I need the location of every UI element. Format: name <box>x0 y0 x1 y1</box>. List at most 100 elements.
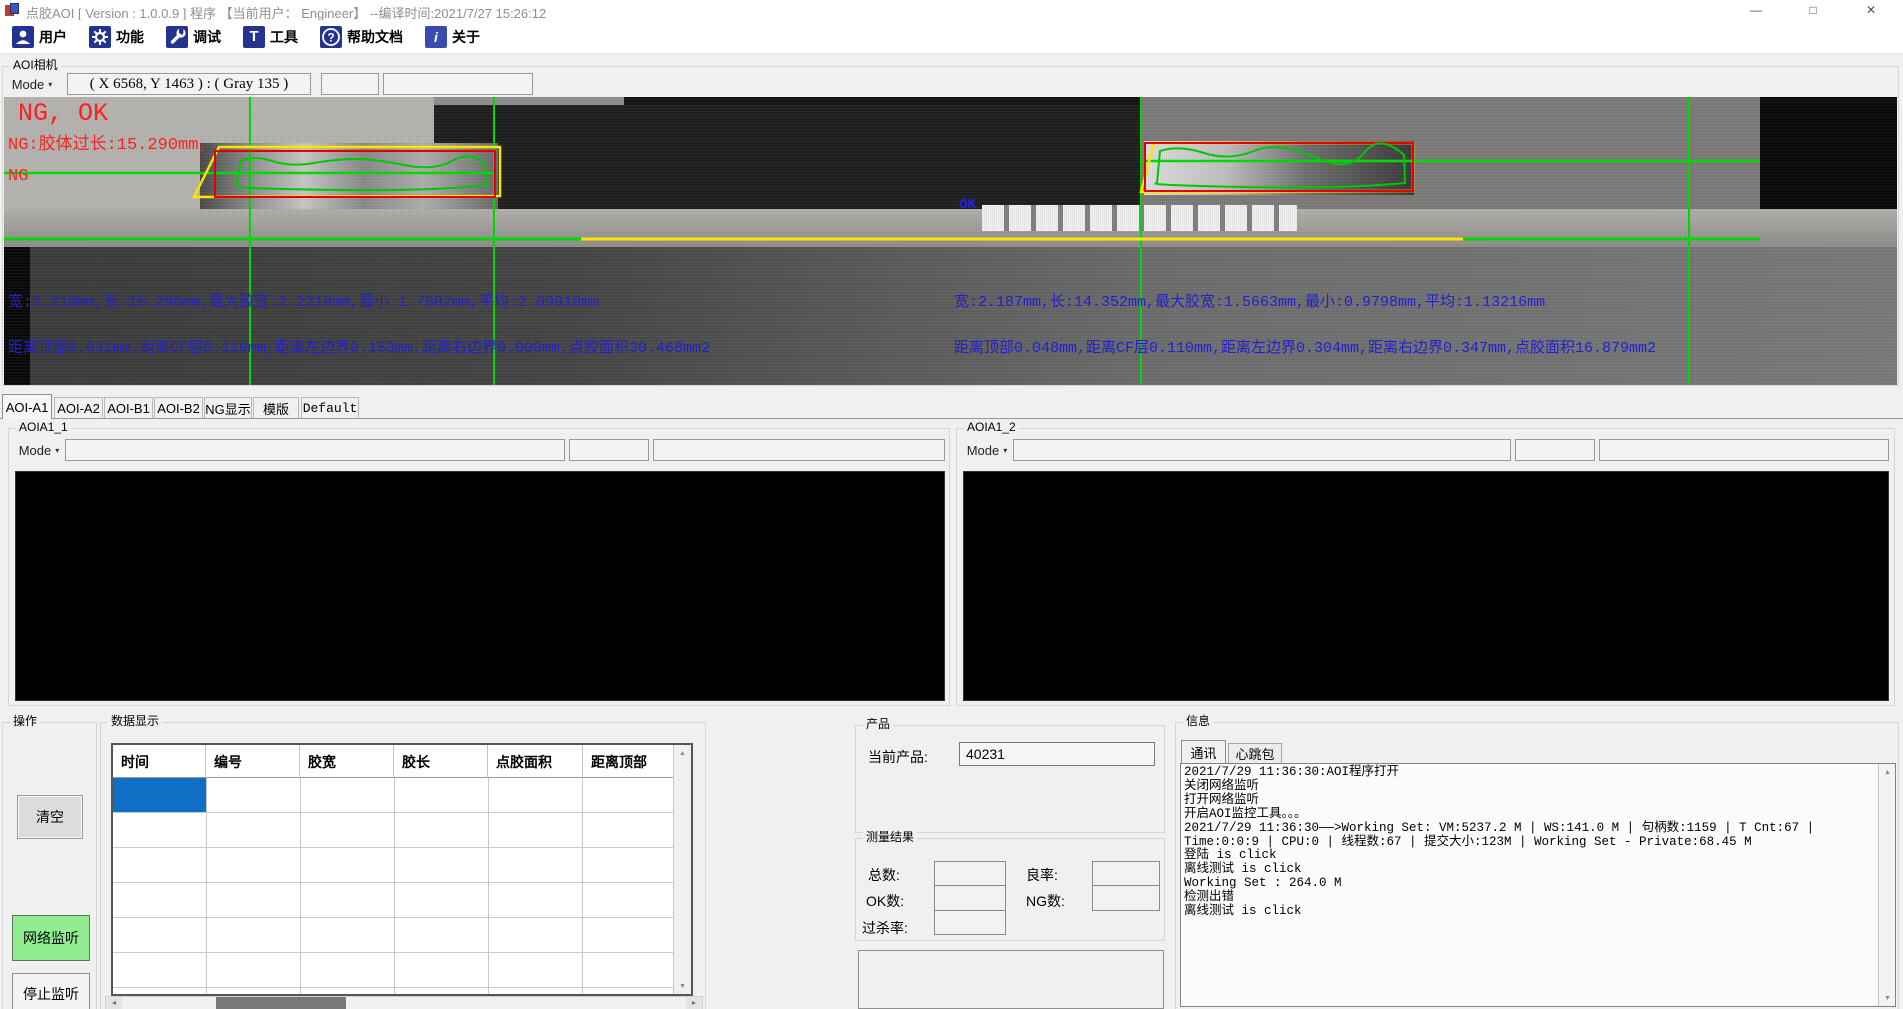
table-horizontal-scrollbar[interactable]: ◄ ► <box>105 996 703 1009</box>
data-table[interactable]: 时间 编号 胶宽 胶长 点胶面积 距离顶部 ▲ ▼ <box>111 743 693 996</box>
comms-log[interactable]: 2021/7/29 11:36:30:AOI程序打开 关闭网络监听 打开网络监听… <box>1180 763 1896 1007</box>
ng-count-value <box>1092 885 1160 911</box>
log-line: 2021/7/29 11:36:30——>Working Set: VM:523… <box>1184 822 1874 836</box>
user-icon <box>12 26 34 48</box>
log-line: 2021/7/29 11:36:30:AOI程序打开 <box>1184 766 1874 780</box>
product-group: 产品 当前产品: 40231 <box>855 725 1165 833</box>
yield-rate-label: 良率: <box>1026 865 1058 885</box>
help-icon: ? <box>320 26 342 48</box>
aoi-camera-group: AOI相机 Mode▾ ( X 6568, Y 1463 ) : ( Gray … <box>2 66 1899 386</box>
column-header-glue-length[interactable]: 胶长 <box>394 745 488 778</box>
tab-ng-display[interactable]: NG显示 <box>204 397 252 418</box>
results-group-label: 测量结果 <box>863 830 917 845</box>
scroll-up-icon[interactable]: ▲ <box>674 745 691 761</box>
aoia1-1-mode-dropdown[interactable]: Mode▾ <box>17 439 61 461</box>
toolbar-item-about[interactable]: i关于 <box>415 23 490 51</box>
yield-rate-value <box>1092 861 1160 886</box>
operate-group-label: 操作 <box>10 714 40 729</box>
app-window: 点胶AOI [ Version : 1.0.0.9 ] 程序 【当前用户： En… <box>0 0 1903 1009</box>
log-lines: 2021/7/29 11:36:30:AOI程序打开 关闭网络监听 打开网络监听… <box>1184 766 1874 919</box>
camera-info-box-2 <box>383 73 533 95</box>
horizontal-scroll-thumb[interactable] <box>216 997 346 1009</box>
close-button[interactable]: ✕ <box>1848 0 1894 20</box>
log-line: 离线测试 is click <box>1184 905 1874 919</box>
aoi-camera-group-label: AOI相机 <box>10 58 61 73</box>
data-display-group-label: 数据显示 <box>108 714 162 729</box>
aoia1-1-image-view[interactable] <box>15 471 945 701</box>
table-header-row: 时间 编号 胶宽 胶长 点胶面积 距离顶部 <box>113 745 675 778</box>
tab-aoi-a2[interactable]: AOI-A2 <box>54 397 103 418</box>
scroll-down-icon[interactable]: ▼ <box>674 978 691 994</box>
ng-count-label: NG数: <box>1026 891 1065 911</box>
tab-aoi-b2[interactable]: AOI-B2 <box>154 397 203 418</box>
main-toolbar: 用户 功能 调试 T工具 ? 帮助文档 i关于 <box>0 20 1903 54</box>
tab-default[interactable]: Default <box>301 397 359 418</box>
column-header-glue-width[interactable]: 胶宽 <box>300 745 394 778</box>
minimize-button[interactable]: — <box>1733 0 1779 20</box>
ok-count-label: OK数: <box>866 891 904 911</box>
toolbar-item-user[interactable]: 用户 <box>2 23 77 51</box>
column-header-dist-top[interactable]: 距离顶部 <box>583 745 675 778</box>
log-line: 关闭网络监听 <box>1184 780 1874 794</box>
table-vertical-scrollbar[interactable]: ▲ ▼ <box>673 745 691 994</box>
gear-icon <box>89 26 111 48</box>
network-listen-button[interactable]: 网络监听 <box>12 915 90 961</box>
tab-strip-divider <box>0 418 1903 419</box>
aoia1-2-image-view[interactable] <box>963 471 1889 701</box>
column-header-glue-area[interactable]: 点胶面积 <box>488 745 583 778</box>
log-line: 打开网络监听 <box>1184 794 1874 808</box>
info-group: 信息 通讯 心跳包 2021/7/29 11:36:30:AOI程序打开 关闭网… <box>1175 722 1899 1009</box>
ng-label-text: NG <box>8 167 28 186</box>
scroll-up-icon[interactable]: ▲ <box>1879 764 1896 780</box>
toolbar-item-debug[interactable]: 调试 <box>156 23 231 51</box>
data-display-group: 数据显示 时间 编号 胶宽 胶长 点胶面积 距离顶部 ▲ ▼ ◄ ► <box>100 722 706 1009</box>
letter-t-icon: T <box>243 26 265 48</box>
aoia1-2-mode-dropdown[interactable]: Mode▾ <box>965 439 1009 461</box>
operate-group: 操作 清空 网络监听 停止监听 <box>2 722 97 1009</box>
scroll-left-icon[interactable]: ◄ <box>106 997 122 1009</box>
ng-reason-text: NG:胶体过长:15.290mm, <box>8 129 209 155</box>
current-product-input[interactable]: 40231 <box>959 742 1155 766</box>
tab-template[interactable]: 模版 <box>253 397 299 418</box>
chevron-down-icon: ▾ <box>48 80 52 89</box>
scroll-down-icon[interactable]: ▼ <box>1879 990 1896 1006</box>
table-body[interactable] <box>113 778 675 994</box>
toolbar-item-tools[interactable]: T工具 <box>233 23 308 51</box>
column-header-id[interactable]: 编号 <box>206 745 300 778</box>
left-measure-line1: 宽:2.216mm,长:15.290mm,最大胶宽:2.2218mm,最小:1.… <box>8 290 599 311</box>
total-count-value <box>934 861 1006 886</box>
chevron-down-icon: ▾ <box>55 446 59 455</box>
aoia1-2-info-box-3 <box>1599 439 1889 461</box>
toolbar-item-help[interactable]: ? 帮助文档 <box>310 23 413 51</box>
product-group-label: 产品 <box>863 717 893 732</box>
app-icon <box>5 3 19 17</box>
maximize-button[interactable]: □ <box>1790 0 1836 20</box>
log-scrollbar[interactable]: ▲ ▼ <box>1878 764 1895 1006</box>
title-bar: 点胶AOI [ Version : 1.0.0.9 ] 程序 【当前用户： En… <box>0 0 1903 20</box>
aoia1-1-info-box-1 <box>65 439 565 461</box>
selected-cell[interactable] <box>113 778 206 812</box>
log-line: Working Set : 264.0 M <box>1184 877 1874 891</box>
ok-label-text: OK <box>959 197 976 213</box>
tab-comms[interactable]: 通讯 <box>1181 740 1226 763</box>
current-product-label: 当前产品: <box>868 747 928 767</box>
overkill-rate-label: 过杀率: <box>862 918 908 938</box>
aoia1-1-group-label: AOIA1_1 <box>16 420 71 435</box>
tab-heartbeat[interactable]: 心跳包 <box>1228 743 1282 763</box>
camera-image-view[interactable]: NG, OK NG:胶体过长:15.290mm, NG OK 宽:2.216mm… <box>4 97 1897 385</box>
aoia1-2-info-box-1 <box>1013 439 1511 461</box>
log-line: 开启AOI监控工具。。。 <box>1184 808 1874 822</box>
log-line: 离线测试 is click <box>1184 863 1874 877</box>
camera-coords-readout: ( X 6568, Y 1463 ) : ( Gray 135 ) <box>67 73 311 95</box>
camera-mode-dropdown[interactable]: Mode▾ <box>9 73 55 95</box>
stop-listen-button[interactable]: 停止监听 <box>12 973 90 1009</box>
tab-aoi-b1[interactable]: AOI-B1 <box>104 397 153 418</box>
tab-aoi-a1[interactable]: AOI-A1 <box>2 394 52 419</box>
toolbar-item-function[interactable]: 功能 <box>79 23 154 51</box>
right-measure-line2: 距离顶部0.048mm,距离CF层0.110mm,距离左边界0.304mm,距离… <box>954 336 1656 357</box>
aoia1-1-group: AOIA1_1 Mode▾ <box>8 428 950 706</box>
results-group: 测量结果 总数: 良率: OK数: NG数: 过杀率: <box>855 838 1165 941</box>
column-header-time[interactable]: 时间 <box>113 745 206 778</box>
clear-button[interactable]: 清空 <box>17 795 83 839</box>
scroll-right-icon[interactable]: ► <box>686 997 702 1009</box>
